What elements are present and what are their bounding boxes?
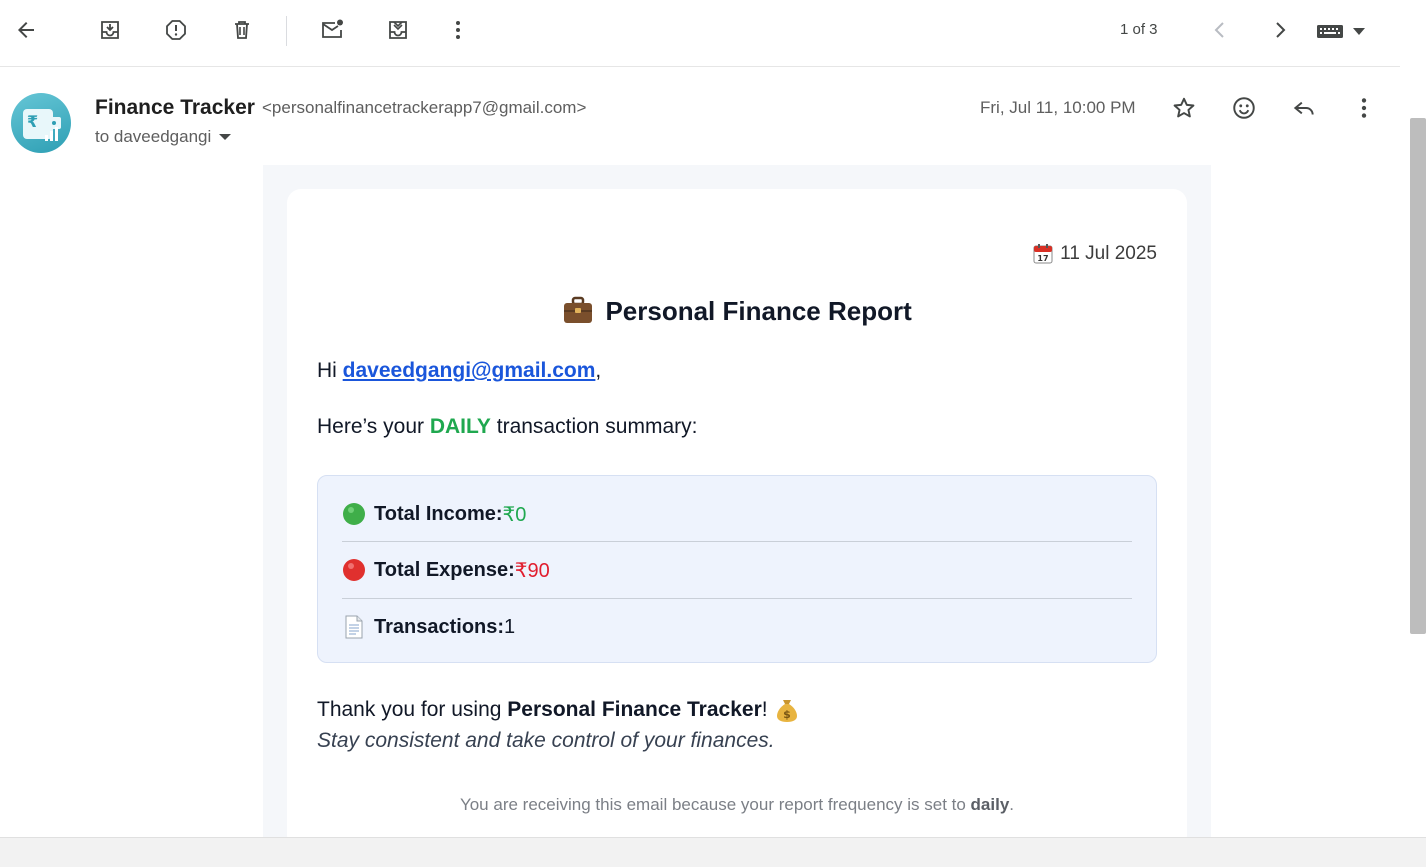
input-tools-select[interactable] (1316, 18, 1376, 44)
income-value: ₹0 (502, 503, 527, 526)
footer-frequency: daily (970, 795, 1010, 814)
sender-email: <personalfinancetrackerapp7@gmail.com> (262, 98, 587, 117)
reply-icon (1293, 101, 1314, 115)
thanks-prefix: Thank you for using (317, 698, 508, 721)
greeting-suffix: , (595, 359, 602, 382)
more-vert-icon (456, 21, 460, 39)
money-bag-icon: $ (776, 700, 797, 722)
report-date-text: 11 Jul 2025 (1060, 243, 1157, 264)
chevron-right-icon (1276, 22, 1286, 38)
report-date: 17 11 Jul 2025 (1032, 243, 1157, 265)
reply-button[interactable] (1286, 90, 1322, 126)
to-text: to daveedgangi (95, 127, 212, 146)
expense-label: Total Expense: (374, 558, 515, 581)
expense-row: Total Expense: ₹90 (342, 542, 1132, 598)
toolbar-divider (0, 66, 1400, 67)
expense-value: ₹90 (514, 559, 550, 582)
bottom-bar (0, 837, 1426, 867)
report-title: Personal Finance Report (287, 295, 1187, 327)
green-circle-icon (342, 502, 366, 526)
income-label: Total Income: (374, 502, 503, 525)
delete-icon (235, 21, 249, 39)
star-icon (1173, 97, 1195, 118)
footer-suffix: . (1009, 795, 1015, 814)
mark-unread-button[interactable] (314, 12, 350, 48)
svg-text:₹: ₹ (27, 112, 38, 131)
report-spam-icon (166, 20, 186, 40)
message-date: Fri, Jul 11, 10:00 PM (980, 98, 1136, 117)
svg-text:$: $ (783, 708, 791, 721)
archive-button[interactable] (92, 12, 128, 48)
intro-prefix: Here’s your (317, 415, 430, 438)
briefcase-icon (564, 296, 593, 323)
move-to-button[interactable] (380, 12, 416, 48)
pager-text: 1 of 3 (1120, 21, 1158, 38)
more-actions-button[interactable] (440, 12, 476, 48)
page-icon (342, 615, 366, 639)
recipient-email-link[interactable]: daveedgangi@gmail.com (343, 359, 596, 382)
sender-name[interactable]: Finance Tracker (95, 96, 255, 120)
toolbar: 1 of 3 (0, 0, 1400, 64)
summary-box: Total Income: ₹0 Total Expense: ₹90 Transa… (317, 475, 1157, 663)
wallet-logo-icon: ₹ (23, 109, 61, 141)
delete-button[interactable] (224, 12, 260, 48)
recipient-details-toggle[interactable]: to daveedgangi (95, 127, 232, 147)
archive-icon (101, 21, 119, 39)
sender-avatar[interactable]: ₹ (11, 93, 71, 153)
back-arrow-icon (18, 22, 34, 38)
caret-down-icon (219, 134, 232, 140)
summary-intro: Here’s your DAILY transaction summary: (317, 415, 697, 439)
star-button[interactable] (1166, 90, 1202, 126)
greeting-prefix: Hi (317, 359, 343, 382)
keyboard-icon (1317, 25, 1343, 38)
mark-unread-icon (322, 19, 343, 38)
footer-note: You are receiving this email because you… (287, 795, 1187, 815)
chevron-left-icon (1214, 22, 1224, 38)
move-to-icon (389, 21, 407, 39)
report-title-text: Personal Finance Report (605, 296, 912, 326)
thanks-line: Thank you for using Personal Finance Tra… (317, 697, 800, 723)
report-frequency: DAILY (429, 415, 491, 438)
transactions-value: 1 (504, 615, 516, 638)
intro-suffix: transaction summary: (490, 415, 698, 438)
income-row: Total Income: ₹0 (342, 486, 1132, 542)
report-spam-button[interactable] (158, 12, 194, 48)
toolbar-separator (286, 16, 287, 46)
red-circle-icon (342, 558, 366, 582)
thanks-suffix: ! (761, 698, 768, 721)
back-button[interactable] (8, 12, 44, 48)
svg-text:17: 17 (1038, 254, 1049, 263)
older-button[interactable] (1262, 12, 1298, 48)
caret-down-icon (1353, 28, 1365, 35)
tagline: Stay consistent and take control of your… (317, 729, 775, 752)
emoji-icon (1233, 97, 1255, 119)
thanks-app-name: Personal Finance Tracker (507, 698, 762, 721)
footer-prefix: You are receiving this email because you… (459, 795, 971, 814)
add-reaction-button[interactable] (1226, 90, 1262, 126)
transactions-row: Transactions: 1 (342, 599, 1132, 655)
newer-button[interactable] (1202, 12, 1238, 48)
greeting: Hi daveedgangi@gmail.com, (317, 359, 601, 383)
transactions-label: Transactions: (374, 615, 505, 638)
more-vert-icon (1361, 98, 1367, 118)
message-more-button[interactable] (1346, 90, 1382, 126)
calendar-icon: 17 (1033, 244, 1053, 264)
scrollbar-thumb[interactable] (1410, 118, 1426, 634)
